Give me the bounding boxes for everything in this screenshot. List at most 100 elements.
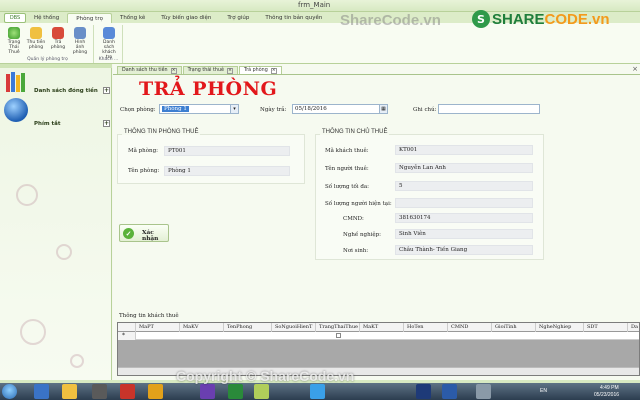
hinh-anh-phong-button[interactable]: Hình ảnh phòng	[70, 27, 90, 55]
column-header[interactable]: SDT	[584, 323, 628, 332]
button-label: Xác nhận	[142, 230, 159, 242]
clock-time[interactable]: 4:49 PM	[600, 385, 619, 391]
start-button[interactable]	[2, 384, 17, 399]
column-header[interactable]: SoNguoiHienT	[272, 323, 316, 332]
decorative-flower	[16, 184, 38, 206]
sharecode-logo: S SHARECODE.vn	[472, 10, 610, 28]
column-header[interactable]: TrangThaiThue	[316, 323, 360, 332]
doc-tab-tra-phong[interactable]: Trả phòng ×	[238, 66, 282, 74]
copyright-watermark: Copyright © ShareCode.vn	[176, 368, 355, 384]
house-icon	[52, 27, 64, 39]
noi-sinh-label: Nơi sinh:	[343, 248, 369, 254]
checkmark-icon: ✓	[123, 228, 134, 239]
tab-label: Trạng thái thuê	[187, 68, 224, 73]
tab-thong-tin-ban-quyen[interactable]: Thông tin bản quyền	[257, 13, 330, 23]
tra-phong-button[interactable]: Trả phòng	[48, 27, 68, 50]
folder-icon[interactable]	[62, 384, 77, 399]
tab-tuy-bien-giao-dien[interactable]: Tùy biến giao diện	[153, 13, 219, 23]
language-indicator[interactable]: EN	[540, 388, 547, 394]
word-icon[interactable]	[442, 384, 457, 399]
media-icon[interactable]	[92, 384, 107, 399]
close-icon[interactable]: ×	[170, 68, 177, 74]
trang-thai-thue-checkbox[interactable]	[336, 333, 341, 338]
doc-tab-danh-sach-thu-tien[interactable]: Danh sách thu tiền ×	[117, 66, 182, 74]
firefox-icon[interactable]	[148, 384, 163, 399]
app-icon[interactable]	[254, 384, 269, 399]
close-icon[interactable]: ×	[226, 68, 233, 74]
app-icon[interactable]	[310, 384, 325, 399]
ie-icon[interactable]	[34, 384, 49, 399]
binoculars-icon	[74, 27, 86, 39]
tab-thong-ke[interactable]: Thống kê	[112, 13, 153, 23]
column-header[interactable]: MaPT	[136, 323, 180, 332]
tab-phong-tro[interactable]: Phòng trọ	[67, 13, 112, 23]
xac-nhan-button[interactable]: ✓ Xác nhận	[119, 224, 169, 242]
nghe-nghiep-field: Sinh Viên	[395, 229, 533, 239]
ten-phong-field: Phòng 1	[164, 166, 290, 176]
calendar-icon[interactable]: ▦	[379, 105, 387, 113]
ghi-chu-input[interactable]	[438, 104, 540, 114]
cmnd-field: 381630174	[395, 213, 533, 223]
running-app-icon[interactable]	[476, 384, 491, 399]
close-icon[interactable]: ×	[270, 68, 277, 74]
ngay-tra-label: Ngày trả:	[260, 107, 287, 113]
so-luong-hien-tai-label: Số lượng người hiện tại:	[325, 201, 392, 207]
grid-corner	[118, 323, 136, 332]
tab-he-thong[interactable]: Hệ thống	[26, 13, 67, 23]
room-info-title: THÔNG TIN PHÒNG THUÊ	[122, 129, 201, 135]
windows-taskbar: EN 4:49 PM 05/23/2016	[0, 383, 640, 400]
tab-label: Danh sách thu tiền	[122, 68, 168, 73]
tab-tro-giup[interactable]: Trợ giúp	[219, 13, 257, 23]
chevron-down-icon[interactable]: ▾	[230, 105, 238, 113]
table-row[interactable]: *	[118, 332, 639, 340]
column-header[interactable]: NgheNghiep	[536, 323, 584, 332]
nav-danh-sach-dong-tien[interactable]: Danh sách đóng tiền +	[0, 86, 112, 96]
tenant-grid-label: Thông tin khách thuê	[119, 313, 179, 319]
watermark-text: ShareCode.vn	[340, 12, 441, 29]
ten-phong-label: Tên phòng:	[128, 168, 160, 174]
nav-item-label: Danh sách đóng tiền	[34, 88, 98, 94]
chon-phong-select[interactable]: Phòng 1 ▾	[159, 104, 239, 114]
expand-icon[interactable]: +	[103, 120, 110, 127]
trang-thai-thue-button[interactable]: Trạng Thái Thuê	[4, 27, 24, 55]
ten-nguoi-thue-field: Nguyễn Lan Anh	[395, 163, 533, 173]
status-icon	[8, 27, 20, 39]
vs-icon[interactable]	[200, 384, 215, 399]
main-content: Danh sách thu tiền × Trạng thái thuê × Trả…	[113, 64, 640, 380]
group-label: Quản lý phòng trọ	[27, 57, 68, 62]
decorative-flower	[20, 319, 46, 345]
close-all-tabs-icon[interactable]: ×	[632, 65, 638, 73]
logo-text: SHARECODE.vn	[492, 11, 610, 28]
logo-text-suffix: CODE.vn	[544, 10, 610, 28]
decorative-flower	[70, 354, 84, 368]
column-header[interactable]: GioiTinh	[492, 323, 536, 332]
column-header[interactable]: MaKT	[360, 323, 404, 332]
ribbon-group-quan-ly-phong-tro: Trạng Thái Thuê Thu tiền phòng Trả phòng…	[2, 25, 94, 63]
column-header[interactable]: TenPhong	[224, 323, 272, 332]
column-header[interactable]: MaKV	[180, 323, 224, 332]
users-icon	[103, 27, 115, 39]
column-header[interactable]: Da	[628, 323, 639, 332]
column-header[interactable]: HoTen	[404, 323, 448, 332]
column-header[interactable]: CMND	[448, 323, 492, 332]
expand-icon[interactable]: +	[103, 87, 110, 94]
ribbon-body: Trạng Thái Thuê Thu tiền phòng Trả phòng…	[0, 23, 640, 64]
doc-tab-trang-thai-thue[interactable]: Trạng thái thuê ×	[182, 66, 238, 74]
logo-mark: S	[472, 10, 490, 28]
chrome-icon[interactable]	[120, 384, 135, 399]
document-tabs: Danh sách thu tiền × Trạng thái thuê × Trả…	[113, 66, 640, 75]
danh-sach-khach-tro-button[interactable]: Danh sách khách trọ	[99, 27, 119, 60]
excel-icon[interactable]	[228, 384, 243, 399]
ribbon-group-khach: Danh sách khách trọ Khách ...	[95, 25, 123, 63]
group-label: Khách ...	[98, 57, 119, 62]
photoshop-icon[interactable]	[416, 384, 431, 399]
chon-phong-label: Chọn phòng:	[120, 107, 156, 113]
clock-date[interactable]: 05/23/2016	[594, 392, 619, 398]
ngay-tra-datepicker[interactable]: 05/18/2016 ▦	[292, 104, 388, 114]
nav-phim-tat[interactable]: Phím tắt +	[0, 119, 112, 129]
so-luong-toi-da-label: Số lượng tối đa:	[325, 184, 370, 190]
ten-nguoi-thue-label: Tên người thuê:	[325, 166, 369, 172]
application-menu-button[interactable]: DBS	[4, 13, 26, 23]
thu-tien-phong-button[interactable]: Thu tiền phòng	[26, 27, 46, 50]
owner-info-title: THÔNG TIN CHỦ THUÊ	[320, 129, 390, 135]
